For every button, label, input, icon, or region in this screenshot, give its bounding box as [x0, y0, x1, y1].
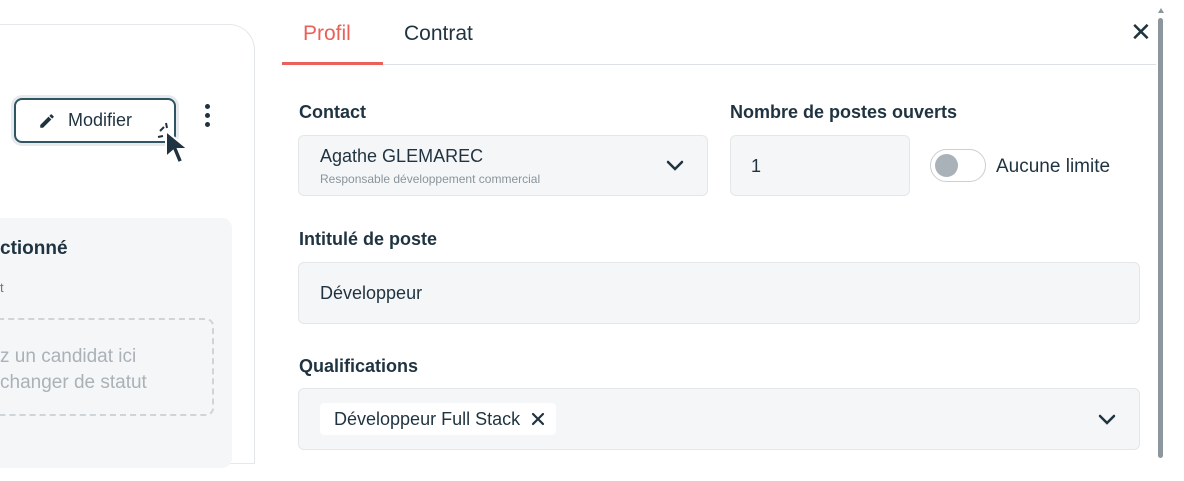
job-title-input[interactable]: Développeur [298, 262, 1140, 324]
job-title-value: Développeur [320, 283, 423, 303]
job-title-label: Intitulé de poste [299, 229, 438, 249]
background-page: Modifier ctionné t z un candidat ici cha… [0, 0, 282, 481]
edit-button[interactable]: Modifier [14, 98, 176, 143]
qualifications-label: Qualifications [299, 356, 419, 376]
contact-name: Agathe GLEMAREC [320, 146, 484, 166]
qualifications-select[interactable]: Développeur Full Stack [298, 388, 1140, 450]
postes-label: Nombre de postes ouverts [730, 102, 958, 122]
tab-contrat[interactable]: Contrat [404, 22, 473, 46]
postes-value: 1 [751, 156, 762, 176]
no-limit-toggle[interactable] [930, 149, 986, 182]
more-options-icon[interactable] [200, 104, 214, 134]
toggle-knob [935, 154, 958, 177]
contact-label: Contact [299, 102, 366, 122]
dropzone-text: z un candidat ici changer de statut [0, 344, 147, 396]
active-tab-indicator [282, 62, 383, 65]
scroll-up-arrow-icon[interactable] [1158, 8, 1164, 13]
contact-select[interactable]: Agathe GLEMAREC Responsable développemen… [298, 135, 708, 196]
qualification-chip-label: Développeur Full Stack [334, 408, 521, 429]
status-column-subtitle: t [0, 280, 4, 295]
qualification-chip: Développeur Full Stack [320, 403, 557, 435]
no-limit-label: Aucune limite [996, 156, 1111, 177]
chevron-down-icon [666, 160, 684, 171]
postes-input[interactable]: 1 [730, 135, 910, 196]
status-column-title: ctionné [0, 238, 68, 259]
scrollbar[interactable] [1158, 18, 1163, 458]
pencil-icon [40, 113, 54, 128]
close-icon[interactable]: ✕ [1130, 18, 1152, 46]
job-drawer: Profil Contrat ✕ Contact Agathe GLEMAREC… [282, 8, 1166, 473]
dropzone-text-line1: z un candidat ici [0, 346, 137, 367]
dropzone-text-line2: changer de statut [0, 372, 147, 393]
contact-role: Responsable développement commercial [320, 172, 541, 186]
tab-profil[interactable]: Profil [303, 22, 351, 46]
remove-chip-icon[interactable] [530, 411, 546, 427]
tab-bar: Profil Contrat [282, 8, 1156, 65]
chevron-down-icon [1098, 414, 1116, 425]
edit-button-label: Modifier [68, 110, 133, 130]
mouse-cursor-icon [157, 122, 191, 165]
